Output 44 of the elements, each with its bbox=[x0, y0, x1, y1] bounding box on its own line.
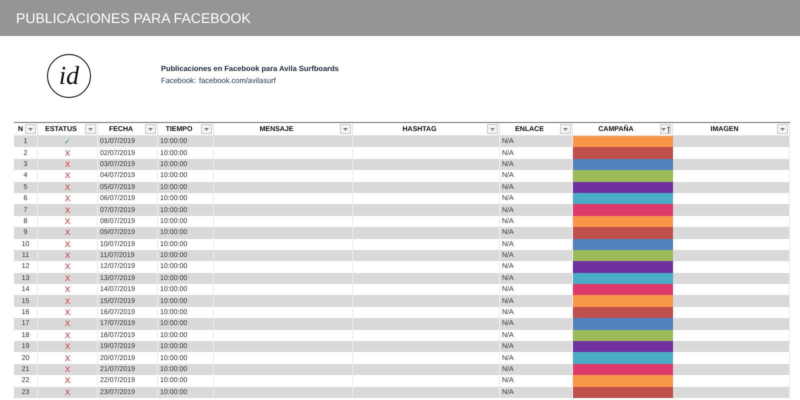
status-mark: X bbox=[64, 240, 70, 249]
status-mark: X bbox=[64, 206, 70, 215]
status-mark: X bbox=[64, 160, 70, 169]
filter-button[interactable] bbox=[560, 124, 571, 134]
page-title: PUBLICACIONES PARA FACEBOOK bbox=[16, 10, 251, 26]
status-mark: X bbox=[64, 262, 70, 272]
status-mark: X bbox=[64, 308, 70, 318]
caret-icon bbox=[661, 128, 666, 130]
caret-icon bbox=[148, 128, 153, 130]
status-mark: X bbox=[64, 354, 70, 363]
caret-icon bbox=[490, 128, 495, 130]
filter-button[interactable] bbox=[340, 124, 351, 134]
status-mark: X bbox=[64, 216, 70, 226]
filter-button[interactable] bbox=[777, 124, 788, 134]
sort-arrow-icon bbox=[667, 126, 670, 132]
filter-button[interactable] bbox=[487, 124, 498, 134]
status-mark: X bbox=[64, 251, 70, 260]
status-mark: X bbox=[64, 274, 70, 283]
caret-icon bbox=[563, 128, 568, 130]
status-mark: X bbox=[64, 342, 70, 352]
caret-icon bbox=[780, 128, 785, 130]
status-mark: X bbox=[64, 296, 70, 306]
status-mark: X bbox=[64, 388, 70, 397]
caret-icon bbox=[28, 128, 33, 130]
filter-button[interactable] bbox=[145, 124, 156, 134]
status-mark: X bbox=[64, 376, 70, 386]
caret-icon bbox=[343, 128, 348, 130]
caret-icon bbox=[204, 128, 209, 130]
status-mark: X bbox=[64, 148, 70, 158]
status-mark: X bbox=[64, 285, 70, 294]
status-mark: X bbox=[64, 319, 70, 328]
logo: id bbox=[47, 54, 91, 98]
caret-icon bbox=[88, 128, 93, 130]
filter-button[interactable] bbox=[660, 124, 671, 134]
status-mark: X bbox=[64, 365, 70, 374]
status-mark: ✓ bbox=[64, 137, 71, 146]
status-mark: X bbox=[64, 228, 70, 238]
status-mark: X bbox=[64, 171, 70, 180]
status-mark: X bbox=[64, 194, 70, 204]
filter-button[interactable] bbox=[201, 124, 212, 134]
filter-button[interactable] bbox=[25, 124, 36, 134]
filter-button[interactable] bbox=[85, 124, 96, 134]
status-mark: X bbox=[64, 182, 70, 192]
status-mark: X bbox=[64, 330, 70, 340]
